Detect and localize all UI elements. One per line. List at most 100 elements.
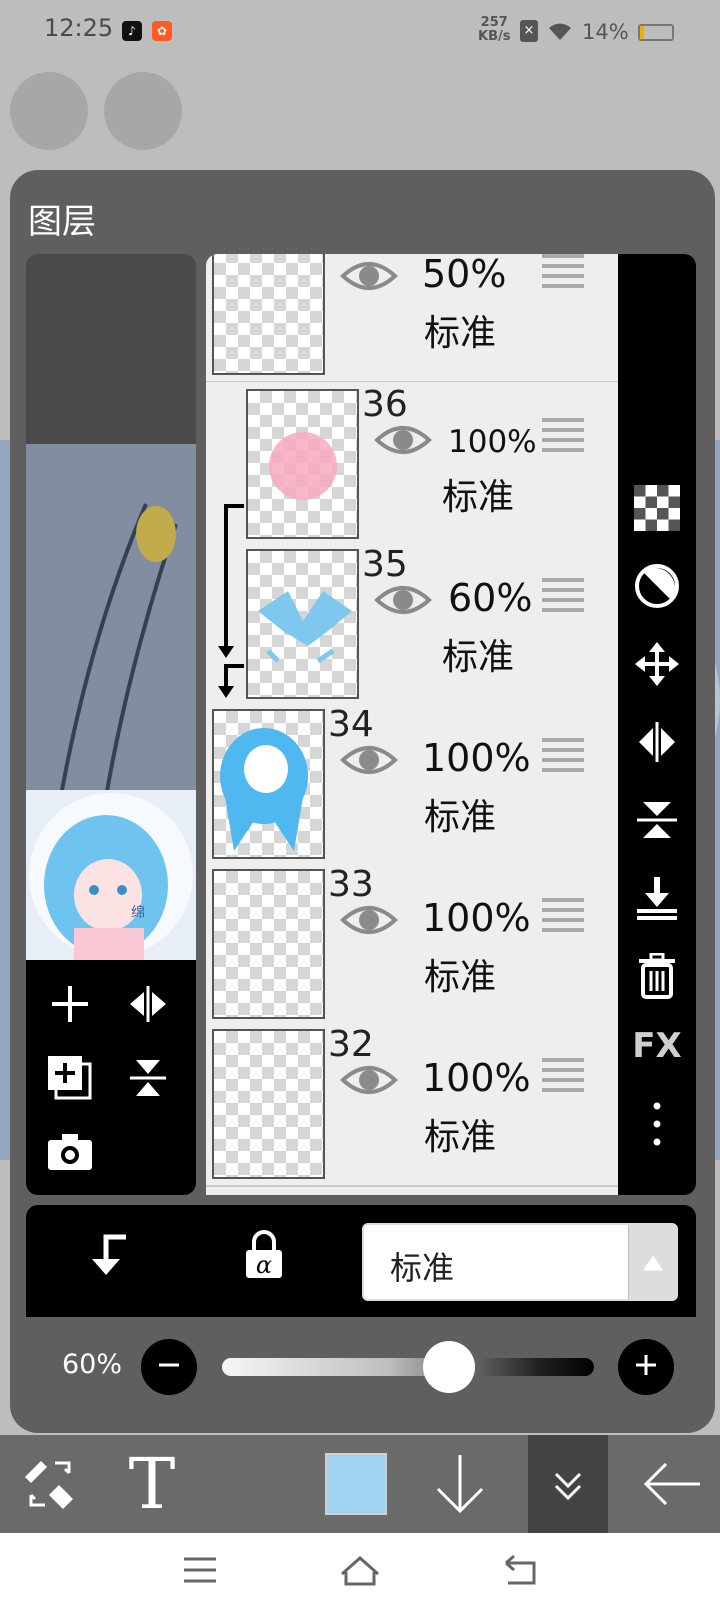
layer-opacity: 100% (422, 896, 531, 940)
brush-eraser-toggle[interactable] (10, 1435, 90, 1533)
opacity-decrease-button[interactable] (141, 1339, 197, 1395)
left-tools (26, 960, 196, 1195)
layer-blend-mode: 标准 (424, 1117, 497, 1158)
delete-layer-button[interactable] (627, 946, 687, 1006)
blend-mode-arrow (628, 1225, 676, 1299)
plus-icon (636, 1355, 656, 1375)
background-button-1 (10, 72, 88, 150)
layer-list[interactable]: 3750%标准36100%标准3560%标准34100%标准33100%标准32… (206, 254, 618, 1195)
layer-row[interactable]: 32 100% 标准 (206, 1022, 618, 1187)
double-chevron-down-icon (554, 1472, 582, 1501)
opacity-slider[interactable] (222, 1358, 594, 1376)
layer-blend-mode: 标准 (442, 477, 515, 518)
home-icon (341, 1555, 379, 1586)
fx-button[interactable]: FX (627, 1016, 687, 1076)
eye-icon[interactable] (374, 580, 432, 620)
blend-mode-select[interactable]: 标准 (362, 1223, 678, 1301)
flip-vertical-layer-button[interactable] (627, 790, 687, 850)
layer-row[interactable]: 33 100% 标准 (206, 862, 618, 1027)
nav-home-button[interactable] (330, 1545, 390, 1595)
plus-icon (52, 986, 88, 1022)
eye-icon[interactable] (340, 740, 398, 780)
eye-icon[interactable] (340, 1060, 398, 1100)
layer-opacity: 60% (448, 576, 533, 620)
duplicate-layer-button[interactable] (40, 1048, 100, 1108)
flip-horizontal-button[interactable] (118, 974, 178, 1034)
drag-handle[interactable] (542, 738, 584, 772)
text-tool-button[interactable]: T (112, 1435, 192, 1533)
panel-title: 图层 (28, 202, 96, 242)
clip-arrow-icon (92, 1234, 126, 1275)
network-speed: 257 KB/s (478, 16, 510, 44)
current-color-swatch (325, 1453, 387, 1515)
drag-handle[interactable] (542, 418, 584, 452)
clipping-button[interactable] (78, 1225, 138, 1285)
layer-blend-mode: 标准 (424, 957, 497, 998)
status-bar: 12:25 ♪ ✿ 257 KB/s × 14% (0, 0, 720, 62)
system-navigation-bar (0, 1533, 720, 1612)
back-icon (505, 1554, 536, 1585)
drag-handle[interactable] (542, 1058, 584, 1092)
layer-thumbnail (212, 254, 325, 375)
canvas-thumbnail[interactable]: 绵 (26, 790, 196, 960)
background-button-2 (104, 72, 182, 150)
back-button[interactable] (624, 1435, 720, 1533)
drag-handle[interactable] (542, 898, 584, 932)
layer-row[interactable]: 36 100% 标准 (206, 382, 618, 547)
opacity-slider-handle[interactable] (423, 1341, 476, 1393)
merge-down-button[interactable] (627, 868, 687, 928)
alpha-lock-button[interactable]: α (234, 1225, 294, 1285)
eye-icon[interactable] (340, 256, 398, 296)
more-options-button[interactable] (627, 1094, 687, 1154)
layer-thumbnail (246, 549, 359, 699)
clipping-indicator (218, 504, 244, 698)
status-time: 12:25 (44, 14, 114, 42)
camera-icon (48, 1134, 92, 1170)
tiktok-icon: ♪ (122, 21, 142, 41)
add-layer-button[interactable] (40, 974, 100, 1034)
nav-back-button[interactable] (490, 1545, 550, 1595)
invert-button[interactable] (627, 556, 687, 616)
layer-opacity: 100% (448, 424, 537, 460)
minus-icon (159, 1363, 179, 1367)
contrast-icon (635, 564, 679, 608)
triangle-up-icon (643, 1255, 663, 1271)
nav-menu-button[interactable] (170, 1545, 230, 1595)
layer-blend-mode: 标准 (424, 797, 497, 838)
layers-toggle-button[interactable] (528, 1435, 608, 1533)
drag-handle[interactable] (542, 254, 584, 288)
flip-horizontal-icon (130, 986, 166, 1022)
layer-thumbnail (212, 709, 325, 859)
eye-icon[interactable] (374, 420, 432, 460)
layer-opacity: 100% (422, 736, 531, 780)
opacity-increase-button[interactable] (618, 1339, 674, 1395)
layer-opacity: 50% (422, 254, 507, 296)
merge-down-icon (637, 877, 677, 920)
layer-row[interactable]: 35 60% 标准 (206, 542, 618, 707)
layer-row[interactable]: 3750%标准 (206, 254, 618, 383)
layer-thumbnail (246, 389, 359, 539)
arrow-down-button[interactable] (420, 1435, 500, 1533)
thumbnail-signature: 绵 (131, 905, 145, 921)
layer-number: 33 (328, 864, 374, 905)
battery-fill (640, 26, 645, 39)
camera-button[interactable] (40, 1122, 100, 1182)
no-sim-icon: × (520, 20, 538, 42)
move-icon (635, 642, 679, 686)
layer-thumbnail (212, 1029, 325, 1179)
layer-number: 35 (362, 544, 408, 585)
layer-number: 32 (328, 1024, 374, 1065)
flip-vertical-button[interactable] (118, 1048, 178, 1108)
flip-vertical-icon (637, 802, 677, 838)
eye-icon[interactable] (340, 900, 398, 940)
flip-horizontal-layer-button[interactable] (627, 712, 687, 772)
layer-row[interactable]: 34 100% 标准 (206, 702, 618, 867)
trash-icon (639, 953, 675, 999)
transparency-button[interactable] (627, 478, 687, 538)
checker-icon (634, 485, 680, 531)
drag-handle[interactable] (542, 578, 584, 612)
flip-horizontal-icon (639, 722, 675, 762)
color-picker-button[interactable] (316, 1435, 396, 1533)
blend-mode-value: 标准 (390, 1249, 455, 1287)
move-button[interactable] (627, 634, 687, 694)
